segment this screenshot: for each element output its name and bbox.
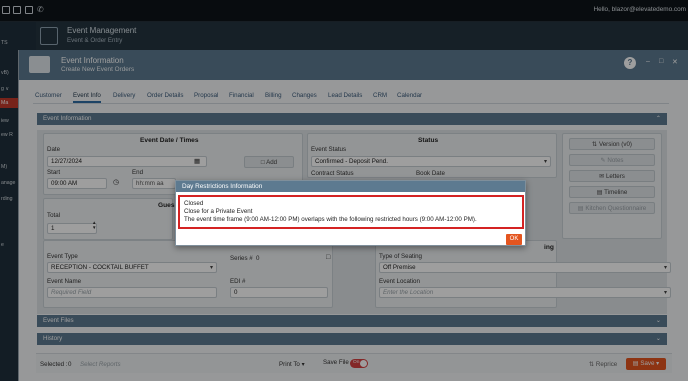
message-line: Closed xyxy=(184,200,204,207)
ok-button[interactable]: OK xyxy=(506,234,522,245)
restriction-message: Closed Close for a Private Event The eve… xyxy=(178,195,524,229)
message-line: Close for a Private Event xyxy=(184,208,253,215)
day-restrictions-dialog: Day Restrictions Information Closed Clos… xyxy=(175,180,526,246)
dialog-title: Day Restrictions Information xyxy=(176,181,525,192)
message-line: The event time frame (9:00 AM-12:00 PM) … xyxy=(184,216,477,223)
